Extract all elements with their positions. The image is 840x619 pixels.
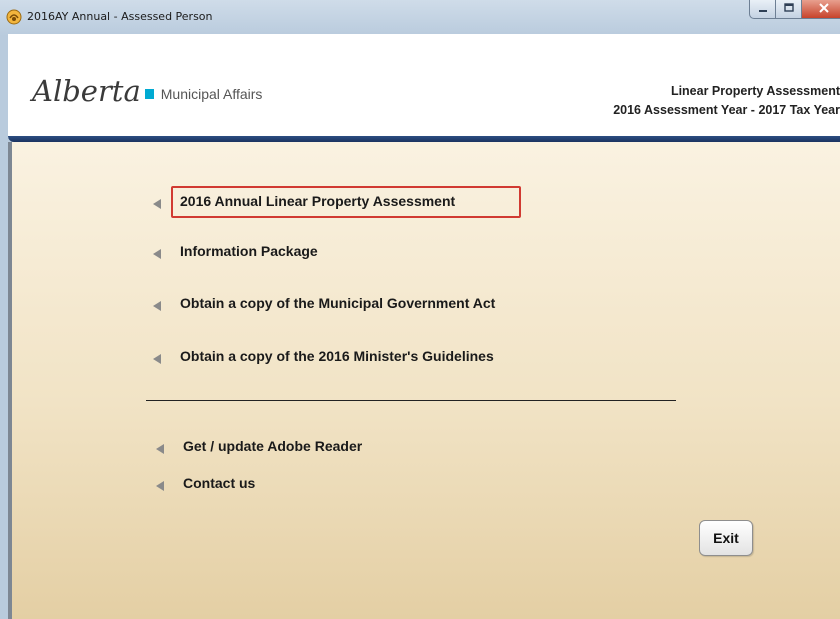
menu-item-label: Get / update Adobe Reader [183, 438, 363, 454]
header-title-line2: 2016 Assessment Year - 2017 Tax Year [613, 103, 840, 117]
title-bar[interactable]: 2016AY Annual - Assessed Person [0, 0, 840, 34]
menu-item-label: Obtain a copy of the Municipal Governmen… [180, 295, 496, 311]
minimize-icon [757, 0, 769, 18]
menu-item-label: Information Package [180, 243, 318, 259]
menu-item-annual-assessment[interactable]: 2016 Annual Linear Property Assessment [153, 193, 455, 209]
menu-item-contact-us[interactable]: Contact us [156, 475, 255, 491]
triangle-left-icon [153, 196, 161, 209]
logo-wordmark: Alberta [32, 74, 141, 108]
exit-button[interactable]: Exit [699, 520, 753, 556]
maximize-icon [783, 0, 795, 18]
application-window: 2016AY Annual - Assessed Person Alberta … [0, 0, 840, 619]
close-icon [818, 0, 830, 18]
header-banner: Alberta Municipal Affairs Linear Propert… [8, 34, 840, 138]
section-divider [146, 400, 676, 401]
alberta-logo: Alberta Municipal Affairs [32, 74, 262, 108]
close-button[interactable] [802, 0, 840, 19]
triangle-left-icon [153, 298, 161, 311]
minimize-button[interactable] [749, 0, 776, 19]
triangle-left-icon [156, 478, 164, 491]
menu-item-label: Obtain a copy of the 2016 Minister's Gui… [180, 348, 494, 364]
window-title: 2016AY Annual - Assessed Person [27, 10, 213, 23]
menu-item-ministers-guidelines[interactable]: Obtain a copy of the 2016 Minister's Gui… [153, 348, 494, 364]
triangle-left-icon [153, 246, 161, 259]
left-edge [8, 142, 12, 619]
ministry-name: Municipal Affairs [160, 86, 263, 102]
maximize-button[interactable] [776, 0, 802, 19]
triangle-left-icon [153, 351, 161, 364]
header-title-line1: Linear Property Assessment [670, 84, 840, 98]
window-controls [749, 0, 840, 20]
logo-square-icon [144, 89, 154, 99]
menu-item-label: 2016 Annual Linear Property Assessment [180, 193, 456, 209]
menu-item-information-package[interactable]: Information Package [153, 243, 318, 259]
menu-item-municipal-government-act[interactable]: Obtain a copy of the Municipal Governmen… [153, 295, 495, 311]
triangle-left-icon [156, 441, 164, 454]
main-content: 2016 Annual Linear Property Assessment I… [8, 142, 840, 619]
client-area: Alberta Municipal Affairs Linear Propert… [8, 34, 840, 619]
menu-item-label: Contact us [183, 475, 256, 491]
app-logo-icon [6, 9, 22, 25]
header-title: Linear Property Assessment 2016 Assessme… [613, 82, 840, 120]
menu-item-adobe-reader[interactable]: Get / update Adobe Reader [156, 438, 362, 454]
